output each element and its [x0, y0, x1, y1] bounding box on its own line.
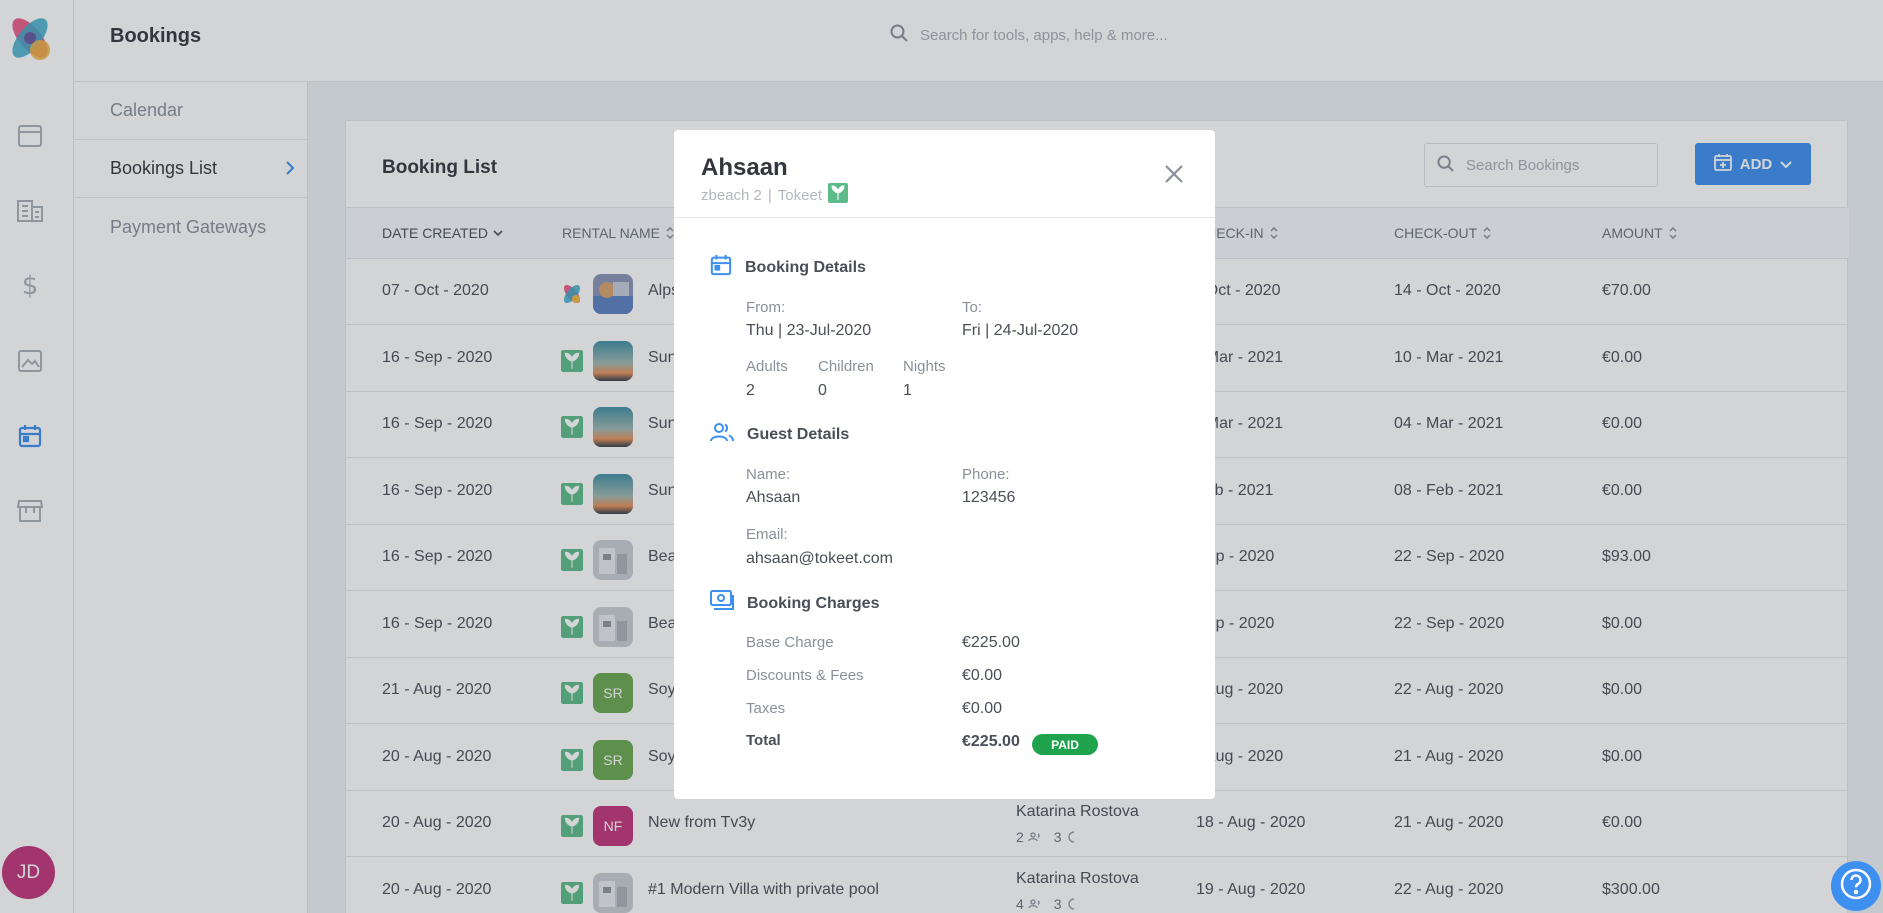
modal-separator: |	[767, 186, 772, 204]
close-icon[interactable]	[1163, 163, 1185, 185]
email-value: ahsaan@tokeet.com	[746, 550, 893, 567]
tokeet-leaf-icon	[828, 183, 848, 207]
children-value: 0	[818, 382, 827, 399]
phone-label: Phone:	[962, 466, 1010, 483]
adults-value: 2	[746, 382, 755, 399]
booking-detail-modal: Ahsaan zbeach 2 | Tokeet Booking Details…	[674, 130, 1215, 799]
modal-header: Ahsaan zbeach 2 | Tokeet	[674, 130, 1215, 218]
name-value: Ahsaan	[746, 489, 801, 506]
modal-subtitle: zbeach 2 | Tokeet	[701, 183, 848, 207]
question-mark-icon	[1839, 867, 1873, 906]
help-button[interactable]	[1831, 861, 1881, 911]
modal-source: Tokeet	[777, 186, 822, 204]
booking-details-section: Booking Details	[710, 254, 866, 281]
money-icon	[710, 590, 734, 617]
nights-value: 1	[903, 382, 912, 399]
taxes-value: €0.00	[962, 700, 1003, 717]
booking-charges-title: Booking Charges	[747, 594, 880, 612]
booking-charges-section: Booking Charges	[710, 590, 879, 617]
discounts-label: Discounts & Fees	[746, 667, 864, 684]
total-label: Total	[746, 732, 781, 749]
base-charge-value: €225.00	[962, 634, 1020, 651]
discounts-value: €0.00	[962, 667, 1003, 684]
phone-value: 123456	[962, 489, 1016, 506]
users-icon	[710, 422, 734, 447]
base-charge-label: Base Charge	[746, 634, 834, 651]
booking-details-title: Booking Details	[745, 258, 866, 276]
calendar-icon	[710, 254, 732, 281]
email-label: Email:	[746, 526, 788, 543]
guest-details-title: Guest Details	[747, 425, 850, 443]
from-value: Thu | 23-Jul-2020	[746, 322, 872, 339]
taxes-label: Taxes	[746, 700, 786, 717]
children-label: Children	[818, 358, 874, 375]
paid-status-badge: PAID	[1032, 734, 1098, 755]
nights-label: Nights	[903, 358, 946, 375]
modal-rental-name: zbeach 2	[701, 186, 762, 204]
adults-label: Adults	[746, 358, 788, 375]
from-label: From:	[746, 299, 786, 316]
guest-details-section: Guest Details	[710, 422, 849, 447]
modal-guest-name: Ahsaan	[701, 154, 788, 181]
total-value: €225.00	[962, 733, 1020, 750]
name-label: Name:	[746, 466, 791, 483]
to-value: Fri | 24-Jul-2020	[962, 322, 1079, 339]
to-label: To:	[962, 299, 983, 316]
